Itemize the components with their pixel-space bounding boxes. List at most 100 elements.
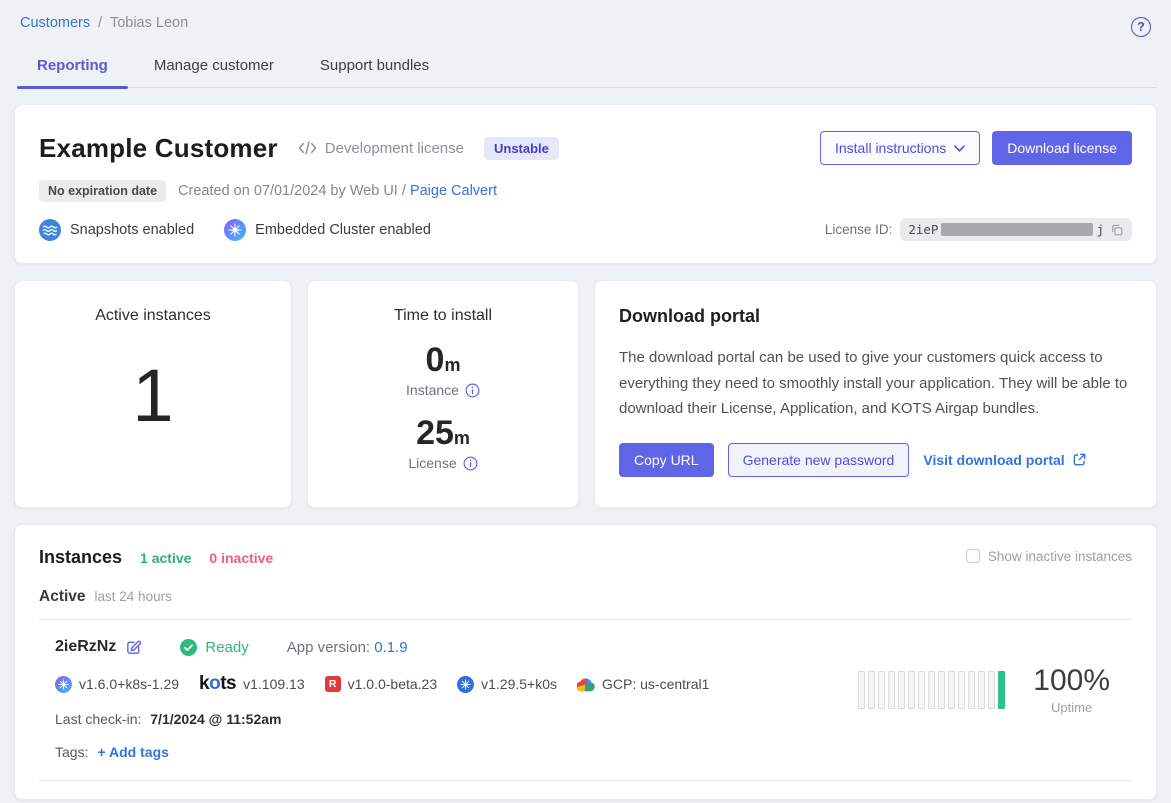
license-type: Development license: [298, 140, 464, 157]
download-license-button[interactable]: Download license: [992, 131, 1132, 165]
instance-status: Ready: [180, 639, 248, 656]
feature-snapshots-label: Snapshots enabled: [70, 222, 194, 238]
add-tags-link[interactable]: + Add tags: [97, 744, 168, 760]
gcp-region: GCP: us-central1: [577, 676, 709, 692]
license-id-row: License ID: 2ieP j: [825, 218, 1132, 241]
show-inactive-label: Show inactive instances: [988, 549, 1132, 564]
kots-logo: kots: [199, 673, 236, 695]
instance-id: 2ieRzNz: [55, 638, 116, 656]
breadcrumb-separator: /: [98, 15, 102, 31]
license-id-suffix: j: [1096, 222, 1104, 237]
instance-status-label: Ready: [205, 639, 248, 656]
embedded-cluster-icon: [55, 676, 72, 693]
last-checkin: Last check-in: 7/1/2024 @ 11:52am: [55, 711, 858, 727]
time-to-install-title: Time to install: [308, 307, 578, 325]
chevron-down-icon: [954, 145, 965, 152]
main-content: Example Customer Development license Uns…: [0, 88, 1171, 800]
embedded-cluster-version: v1.6.0+k8s-1.29: [55, 676, 179, 693]
uptime-bar: [928, 671, 935, 709]
help-icon[interactable]: ?: [1131, 17, 1151, 37]
visit-download-portal-link[interactable]: Visit download portal: [923, 452, 1086, 468]
install-instructions-button[interactable]: Install instructions: [820, 131, 980, 165]
tags-row: Tags: + Add tags: [55, 744, 858, 760]
edit-icon[interactable]: [125, 639, 142, 656]
license-id-redacted: [941, 223, 1093, 236]
download-portal-title: Download portal: [619, 306, 1132, 327]
tab-reporting[interactable]: Reporting: [35, 51, 110, 87]
license-id-label: License ID:: [825, 222, 893, 237]
uptime-bar: [878, 671, 885, 709]
top-bar: Customers / Tobias Leon ?: [0, 0, 1171, 37]
stats-row: Active instances 1 Time to install 0m In…: [14, 280, 1157, 508]
kubernetes-icon: [457, 676, 474, 693]
ready-check-icon: [180, 639, 197, 656]
uptime-bar: [978, 671, 985, 709]
license-id-prefix: 2ieP: [908, 222, 938, 237]
created-by-link[interactable]: Paige Calvert: [410, 183, 497, 199]
customer-summary-card: Example Customer Development license Uns…: [14, 104, 1157, 264]
app-version: App version: 0.1.9: [287, 639, 408, 656]
uptime-percent: 100%: [1033, 664, 1110, 698]
snapshots-icon: [39, 219, 61, 241]
inactive-count: 0 inactive: [209, 550, 273, 566]
active-section-sublabel: last 24 hours: [95, 589, 172, 604]
license-install-time: 25m: [308, 414, 578, 453]
replicated-icon: R: [325, 676, 341, 692]
info-icon[interactable]: [463, 456, 478, 471]
channel-badge: Unstable: [484, 137, 559, 160]
time-to-install-card: Time to install 0m Instance 25m License: [307, 280, 579, 508]
uptime-bar: [918, 671, 925, 709]
uptime-bar: [898, 671, 905, 709]
instance-install-label: Instance: [308, 382, 578, 398]
uptime-label: Uptime: [1033, 700, 1110, 715]
breadcrumb-current: Tobias Leon: [110, 15, 188, 31]
copy-icon[interactable]: [1110, 223, 1124, 237]
uptime-bar: [988, 671, 995, 709]
info-icon[interactable]: [465, 383, 480, 398]
uptime-bar: [968, 671, 975, 709]
uptime-bar: [938, 671, 945, 709]
generate-password-button[interactable]: Generate new password: [728, 443, 910, 477]
instances-title: Instances: [39, 547, 122, 568]
uptime-bar: [868, 671, 875, 709]
active-section-label: Active: [39, 588, 86, 606]
tab-manage-customer[interactable]: Manage customer: [152, 51, 276, 87]
uptime-bar: [888, 671, 895, 709]
license-id-field: 2ieP j: [900, 218, 1132, 241]
replicated-version: R v1.0.0-beta.23: [325, 676, 438, 692]
created-text: Created on 07/01/2024 by Web UI / Paige …: [178, 183, 497, 199]
tags-label: Tags:: [55, 744, 88, 760]
customer-name: Example Customer: [39, 133, 278, 164]
download-portal-card: Download portal The download portal can …: [594, 280, 1157, 508]
external-link-icon: [1072, 452, 1087, 467]
code-icon: [298, 141, 317, 155]
tab-support-bundles[interactable]: Support bundles: [318, 51, 431, 87]
divider: [39, 619, 1132, 620]
copy-url-button[interactable]: Copy URL: [619, 443, 714, 477]
show-inactive-toggle[interactable]: Show inactive instances: [966, 549, 1132, 564]
uptime-bar: [858, 671, 865, 709]
uptime-bar: [948, 671, 955, 709]
active-instances-title: Active instances: [15, 307, 291, 325]
last-checkin-value: 7/1/2024 @ 11:52am: [150, 711, 281, 727]
instance-row: 2ieRzNz Ready App version: 0.1.9: [39, 638, 1132, 760]
embedded-cluster-icon: [224, 219, 246, 241]
breadcrumb: Customers / Tobias Leon: [20, 15, 188, 31]
version-row: v1.6.0+k8s-1.29 kots v1.109.13 R v1.0.0-…: [55, 673, 858, 695]
instances-card: Instances 1 active 0 inactive Show inact…: [14, 524, 1157, 800]
app-version-link[interactable]: 0.1.9: [374, 639, 407, 656]
kubernetes-version: v1.29.5+k0s: [457, 676, 557, 693]
license-install-label: License: [308, 455, 578, 471]
uptime-bar: [998, 671, 1005, 709]
tab-bar: Reporting Manage customer Support bundle…: [35, 51, 1157, 88]
divider: [39, 780, 1132, 781]
breadcrumb-customers-link[interactable]: Customers: [20, 15, 90, 31]
active-count: 1 active: [140, 550, 191, 566]
license-type-label: Development license: [325, 140, 464, 157]
feature-embedded-cluster-label: Embedded Cluster enabled: [255, 222, 431, 238]
expiration-badge: No expiration date: [39, 180, 166, 202]
show-inactive-checkbox[interactable]: [966, 549, 980, 563]
feature-snapshots: Snapshots enabled: [39, 219, 194, 241]
gcp-icon: [577, 677, 595, 692]
uptime-bar: [908, 671, 915, 709]
